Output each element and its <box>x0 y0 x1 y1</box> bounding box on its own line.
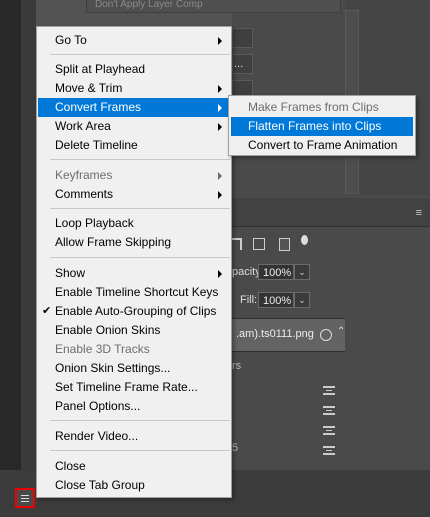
menu-item-show[interactable]: Show <box>38 264 230 283</box>
properties-field-1[interactable] <box>232 28 253 48</box>
layer-name: .am).ts0111.png <box>236 328 314 340</box>
timeline-context-menu: Go To Split at Playhead Move & Trim Conv… <box>36 26 232 498</box>
layer-comp-dropdown[interactable]: Don't Apply Layer Comp <box>86 0 341 13</box>
menu-item-loop-playback[interactable]: Loop Playback <box>38 214 230 233</box>
submenu-arrow-icon <box>218 37 222 45</box>
clip-stack-icon[interactable] <box>323 406 335 415</box>
menu-item-keyframes: Keyframes <box>38 166 230 185</box>
crop-icon[interactable] <box>253 238 265 250</box>
hamburger-menu-icon <box>21 495 29 496</box>
submenu-arrow-icon <box>218 85 222 93</box>
menu-separator <box>50 257 230 258</box>
submenu-item-flatten-frames-into-clips[interactable]: Flatten Frames into Clips <box>231 117 413 136</box>
menu-item-convert-frames[interactable]: Convert Frames <box>38 98 230 117</box>
menu-item-render-video[interactable]: Render Video... <box>38 427 230 446</box>
submenu-arrow-icon <box>218 123 222 131</box>
submenu-arrow-icon <box>218 104 222 112</box>
left-panel-edge <box>21 0 36 470</box>
panel-menu-icon[interactable]: ≡ <box>416 207 422 219</box>
menu-separator <box>50 54 230 55</box>
menu-item-work-area[interactable]: Work Area <box>38 117 230 136</box>
left-dark-strip <box>0 0 21 470</box>
menu-item-comments[interactable]: Comments <box>38 185 230 204</box>
menu-separator <box>50 420 230 421</box>
menu-item-move-trim[interactable]: Move & Trim <box>38 79 230 98</box>
fill-dropdown[interactable]: ⌄ <box>294 292 310 308</box>
submenu-arrow-icon <box>218 270 222 278</box>
artboard-icon[interactable] <box>279 238 290 251</box>
opacity-dropdown[interactable]: ⌄ <box>294 264 310 280</box>
move-tool-icon[interactable] <box>232 238 242 250</box>
menu-separator <box>50 208 230 209</box>
menu-item-enable-onion-skins[interactable]: Enable Onion Skins <box>38 321 230 340</box>
layer-comp-icon[interactable] <box>320 329 332 341</box>
submenu-arrow-icon <box>218 191 222 199</box>
clip-stack-icon[interactable] <box>323 426 335 435</box>
convert-frames-submenu: Make Frames from Clips Flatten Frames in… <box>228 95 416 156</box>
submenu-item-convert-to-frame-animation[interactable]: Convert to Frame Animation <box>231 136 413 155</box>
checkmark-icon: ✔ <box>42 305 52 317</box>
menu-item-set-timeline-frame-rate[interactable]: Set Timeline Frame Rate... <box>38 378 230 397</box>
timeline-panel-menu-button[interactable] <box>15 488 35 508</box>
menu-item-allow-frame-skipping[interactable]: Allow Frame Skipping <box>38 233 230 252</box>
menu-item-close[interactable]: Close <box>38 457 230 476</box>
layer-sub-text: rs <box>232 360 242 372</box>
menu-separator <box>50 159 230 160</box>
menu-item-enable-3d-tracks: Enable 3D Tracks <box>55 342 150 356</box>
menu-item-close-tab-group[interactable]: Close Tab Group <box>38 476 230 495</box>
submenu-item-make-frames-from-clips: Make Frames from Clips <box>248 100 379 114</box>
layers-panel-header <box>232 198 430 227</box>
opacity-input[interactable]: 100% <box>258 264 294 280</box>
menu-item-enable-auto-grouping[interactable]: ✔ Enable Auto-Grouping of Clips <box>38 302 230 321</box>
lock-icon[interactable] <box>301 235 308 245</box>
fill-label: Fill: <box>240 294 258 306</box>
properties-field-ellipsis: ... <box>234 58 244 70</box>
menu-item-delete-timeline[interactable]: Delete Timeline <box>38 136 230 155</box>
clip-stack-icon[interactable] <box>323 446 335 455</box>
fill-input[interactable]: 100% <box>258 292 294 308</box>
chevron-up-icon[interactable]: ⌃ <box>337 326 345 337</box>
menu-separator <box>50 450 230 451</box>
clip-stack-icon[interactable] <box>323 386 335 395</box>
menu-item-go-to[interactable]: Go To <box>38 31 230 50</box>
menu-item-panel-options[interactable]: Panel Options... <box>38 397 230 416</box>
menu-item-onion-skin-settings[interactable]: Onion Skin Settings... <box>38 359 230 378</box>
menu-item-enable-timeline-shortcut-keys[interactable]: Enable Timeline Shortcut Keys <box>38 283 230 302</box>
submenu-arrow-icon <box>218 172 222 180</box>
menu-item-split-at-playhead[interactable]: Split at Playhead <box>38 60 230 79</box>
layer-sub-text-2: 5 <box>232 442 239 454</box>
